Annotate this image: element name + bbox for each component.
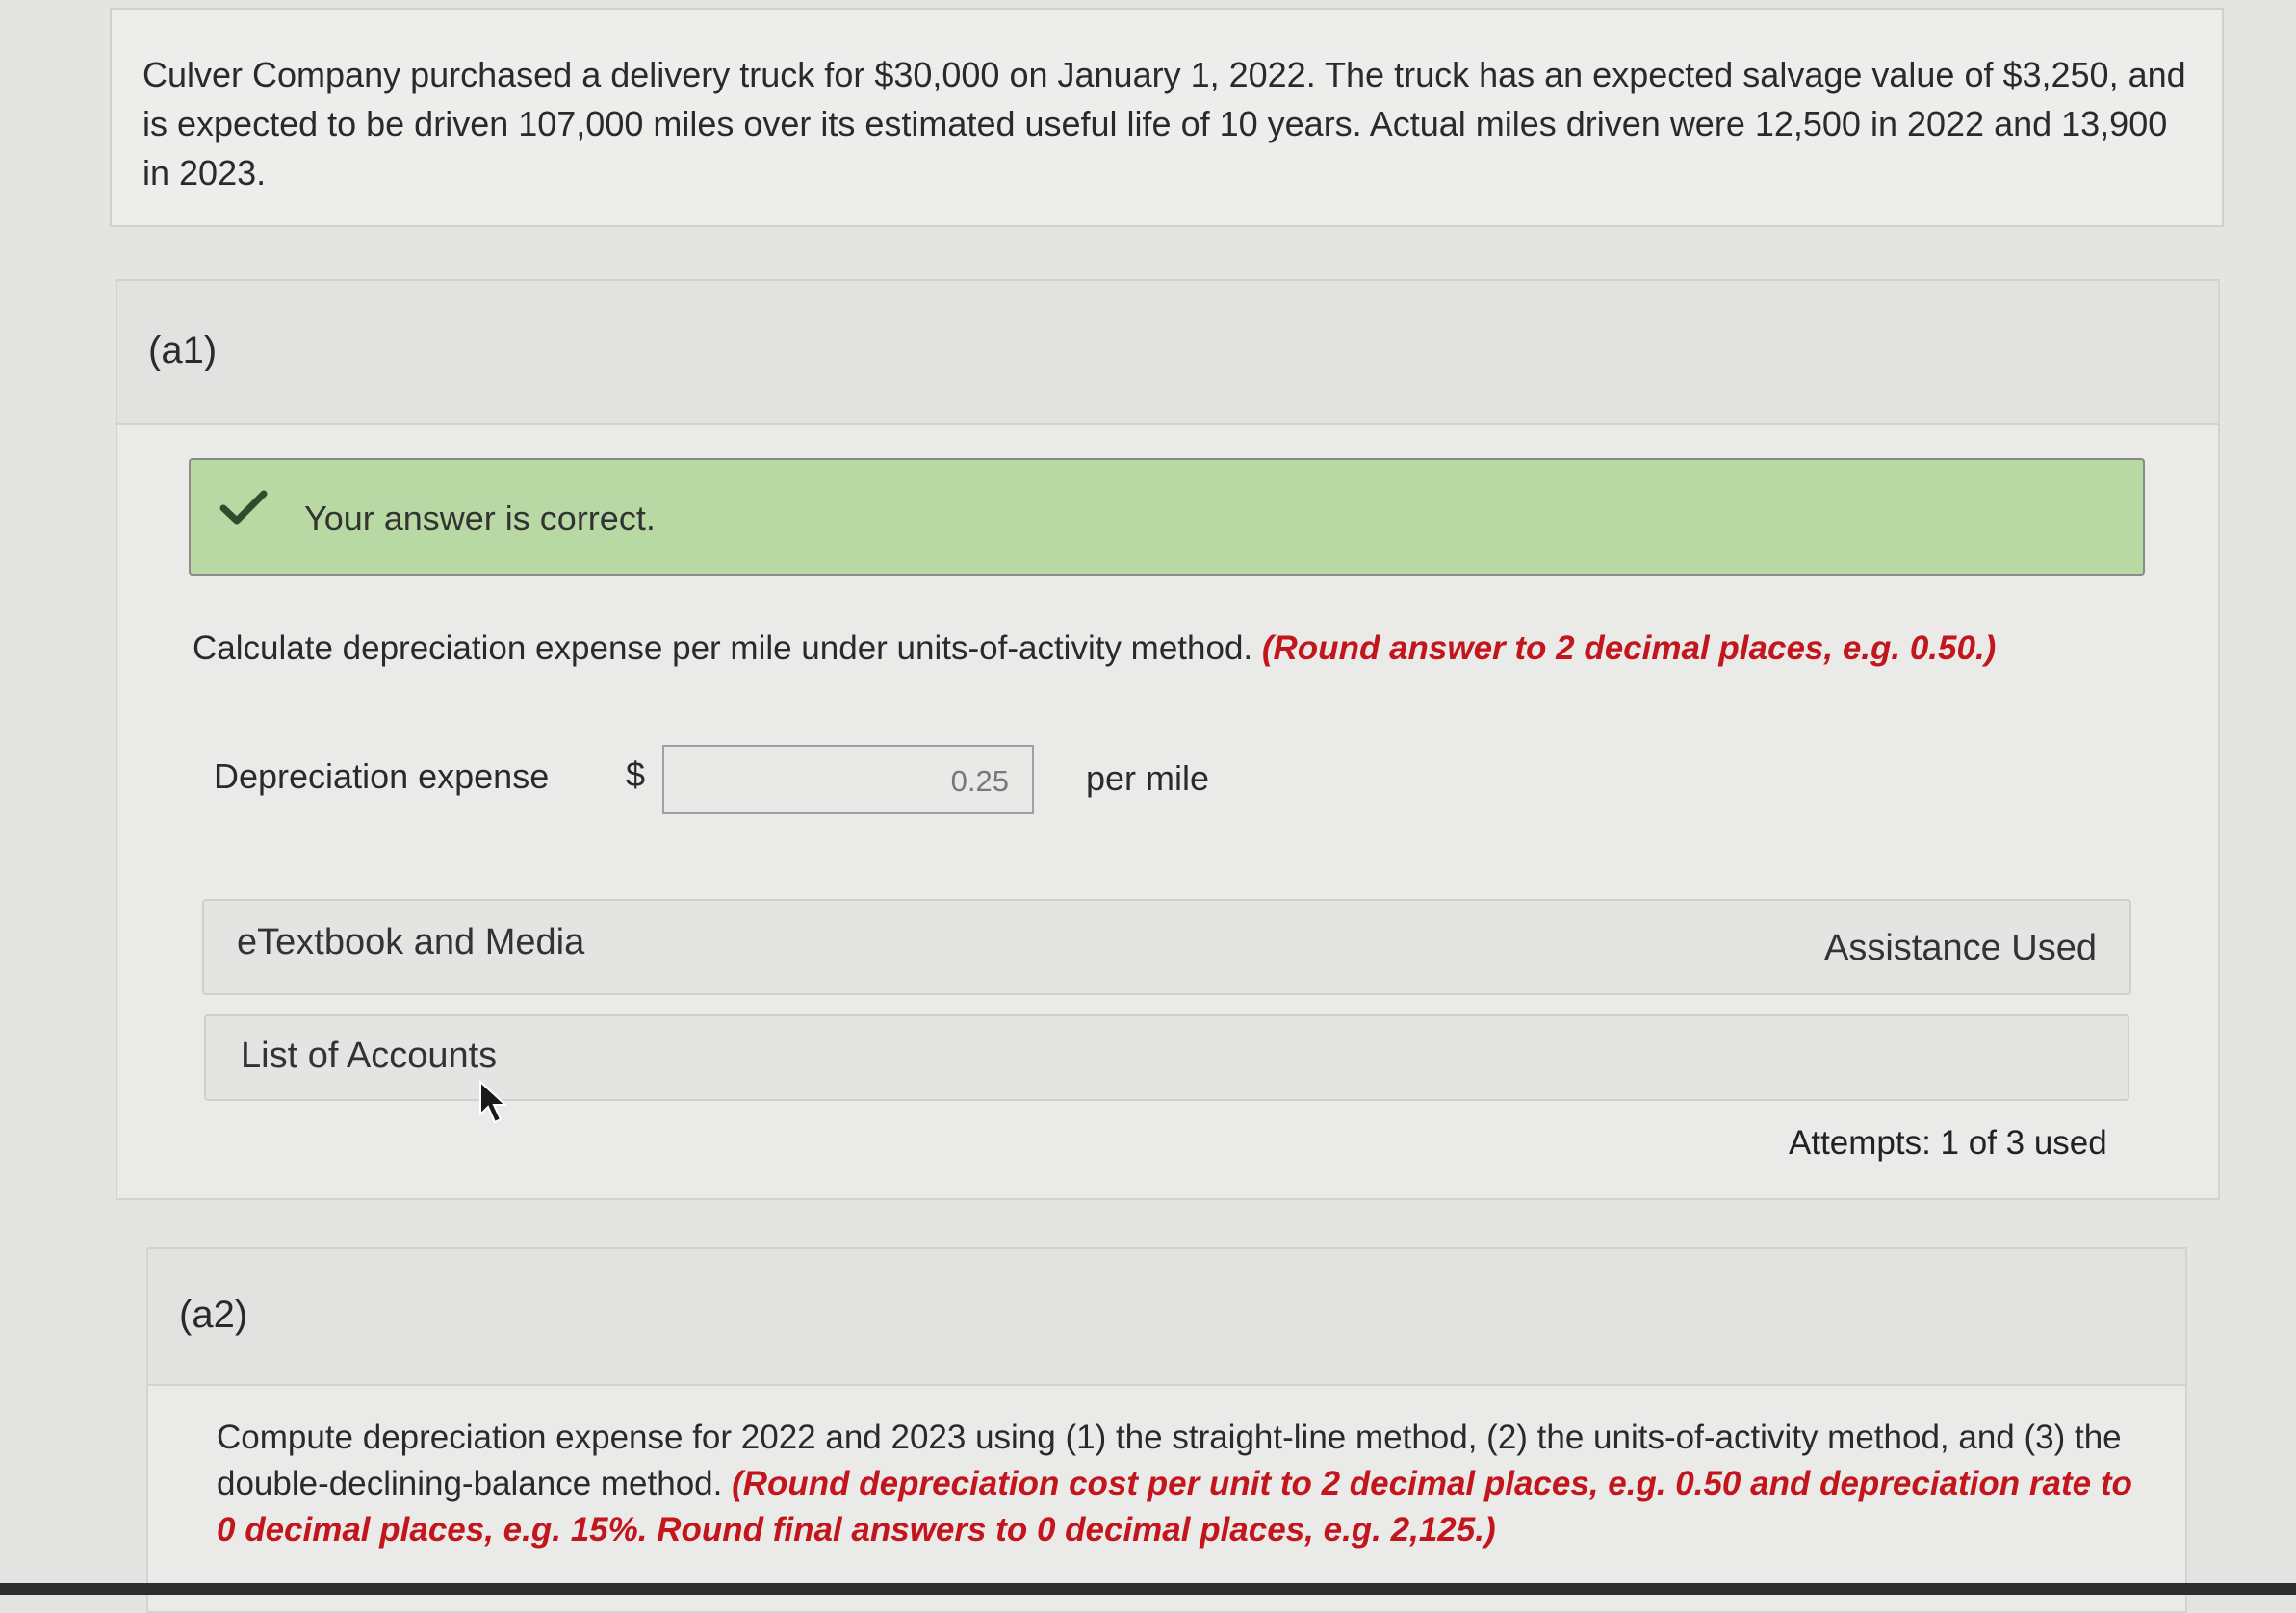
etextbook-link[interactable]: eTextbook and Media [237,922,584,963]
mouse-cursor-icon [477,1079,510,1131]
a1-instruction-text: Calculate depreciation expense per mile … [193,629,1253,667]
check-icon [219,489,268,532]
a2-instruction: Compute depreciation expense for 2022 an… [217,1415,2142,1553]
part-a2-label: (a2) [179,1293,248,1336]
unit-label: per mile [1086,758,1210,798]
feedback-message: Your answer is correct. [304,499,656,538]
depreciation-expense-label: Depreciation expense [214,756,550,796]
etextbook-bar[interactable]: eTextbook and Media Assistance Used [202,899,2131,995]
depreciation-per-mile-input[interactable]: 0.25 [662,745,1034,814]
part-a2-header: (a2) [148,1249,2185,1386]
currency-symbol: $ [626,755,646,794]
correct-answer-banner: Your answer is correct. [189,458,2145,576]
problem-statement: Culver Company purchased a delivery truc… [110,8,2224,227]
part-a1-label: (a1) [148,329,218,371]
part-a1-header: (a1) [117,281,2218,425]
list-of-accounts-link[interactable]: List of Accounts [241,1036,497,1077]
screen-bottom-edge [0,1583,2296,1595]
problem-text: Culver Company purchased a delivery truc… [142,55,2186,192]
a1-instruction-note: (Round answer to 2 decimal places, e.g. … [1261,629,1997,667]
a1-instruction: Calculate depreciation expense per mile … [193,629,1996,668]
attempts-counter: Attempts: 1 of 3 used [1789,1124,2107,1162]
assistance-used-label: Assistance Used [1823,928,2097,968]
